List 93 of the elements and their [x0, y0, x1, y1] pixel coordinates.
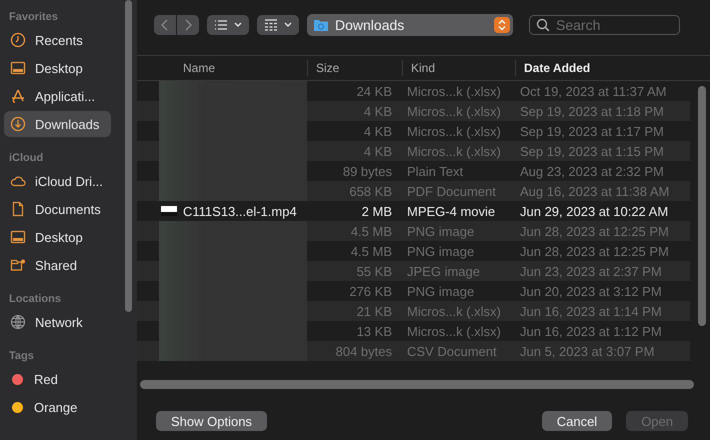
sidebar-item[interactable]: Applicati...: [4, 83, 111, 109]
column-header[interactable]: Name: [137, 60, 307, 76]
folder-icon: [313, 17, 329, 33]
file-date: Jun 29, 2023 at 10:22 AM: [519, 204, 670, 218]
file-kind: CSV Document: [406, 344, 498, 358]
file-size: 55 KB: [356, 264, 393, 278]
file-date: Aug 16, 2023 at 11:38 AM: [519, 184, 670, 198]
file-kind: PNG image: [406, 284, 476, 298]
file-size: 276 KB: [348, 284, 393, 298]
stepper-icon: [494, 17, 510, 33]
file-kind: Micros...k (.xlsx): [406, 84, 502, 98]
grid-icon: [264, 19, 278, 31]
caret-icon: [284, 22, 292, 28]
sidebar-item[interactable]: Recents: [4, 27, 111, 53]
sidebar-item[interactable]: Shared: [4, 252, 111, 278]
file-date: Sep 19, 2023 at 1:17 PM: [519, 124, 665, 138]
sidebar-item[interactable]: iCloud Dri...: [4, 168, 111, 194]
applications-icon: [10, 88, 26, 104]
column-header[interactable]: Kind: [402, 60, 515, 76]
file-date: Jun 5, 2023 at 3:07 PM: [519, 344, 656, 358]
column-header[interactable]: Size: [307, 60, 402, 76]
desktop-icon: [10, 229, 26, 245]
file-date: Sep 19, 2023 at 1:18 PM: [519, 104, 665, 118]
clock-icon: [10, 32, 26, 48]
forward-button[interactable]: [177, 15, 199, 35]
file-size: 658 KB: [348, 184, 393, 198]
file-name: C111S13...el-1.mp4: [183, 204, 297, 218]
sidebar-item[interactable]: Orange: [4, 394, 111, 420]
document-icon: [10, 201, 26, 217]
file-kind: Micros...k (.xlsx): [406, 104, 502, 118]
file-date: Sep 19, 2023 at 1:15 PM: [519, 144, 665, 158]
desktop-icon: [10, 60, 26, 76]
horizontal-scrollbar[interactable]: [140, 380, 694, 389]
globe-icon: [10, 314, 26, 330]
file-date: Oct 19, 2023 at 11:37 AM: [519, 84, 668, 98]
sidebar-item[interactable]: Documents: [4, 196, 111, 222]
file-kind: PNG image: [406, 224, 476, 238]
download-icon: [10, 116, 26, 132]
file-date: Jun 23, 2023 at 2:37 PM: [519, 264, 663, 278]
scrollbar[interactable]: [125, 0, 132, 312]
sidebar-section-title: Favorites: [8, 10, 59, 24]
file-kind: PDF Document: [406, 184, 497, 198]
video-file-icon: [161, 206, 177, 216]
file-kind: Plain Text: [406, 164, 464, 178]
sidebar-item[interactable]: Desktop: [4, 224, 111, 250]
file-size: 4 KB: [362, 104, 393, 118]
sidebar-section-title: Tags: [8, 349, 35, 363]
dialog-button[interactable]: Cancel: [542, 411, 612, 431]
file-kind: MPEG-4 movie: [406, 204, 496, 218]
chevron-left-icon: [161, 19, 169, 31]
file-date: Jun 20, 2023 at 3:12 PM: [519, 284, 663, 298]
file-size: 4.5 MB: [350, 224, 393, 238]
file-size: 89 bytes: [342, 164, 393, 178]
file-kind: Micros...k (.xlsx): [406, 124, 502, 138]
caret-icon: [234, 22, 242, 28]
back-button[interactable]: [154, 15, 176, 35]
file-size: 4.5 MB: [350, 244, 393, 258]
scrollbar[interactable]: [698, 86, 706, 326]
sidebar-item[interactable]: Desktop: [4, 55, 111, 81]
search-field[interactable]: Search: [529, 15, 680, 35]
dialog-button[interactable]: Show Options: [156, 411, 267, 431]
list-view-button[interactable]: [207, 15, 249, 35]
sidebar-item[interactable]: Network: [4, 309, 111, 335]
location-popup[interactable]: Downloads: [307, 14, 513, 36]
file-date: Jun 16, 2023 at 1:14 PM: [519, 304, 663, 318]
search-input[interactable]: Search: [556, 17, 666, 33]
file-size: 4 KB: [362, 124, 393, 138]
sidebar-item[interactable]: Downloads: [4, 111, 111, 137]
file-date: Aug 23, 2023 at 2:32 PM: [519, 164, 665, 178]
file-size: 24 KB: [356, 84, 393, 98]
file-date: Jun 28, 2023 at 12:25 PM: [519, 224, 670, 238]
file-date: Jun 16, 2023 at 1:12 PM: [519, 324, 663, 338]
file-size: 804 bytes: [334, 344, 393, 358]
search-icon: [536, 18, 550, 32]
file-date: Jun 28, 2023 at 12:25 PM: [519, 244, 670, 258]
file-size: 21 KB: [356, 304, 393, 318]
group-view-button[interactable]: [257, 15, 299, 35]
file-kind: Micros...k (.xlsx): [406, 144, 502, 158]
shared-folder-icon: [10, 257, 26, 273]
list-icon: [214, 19, 228, 31]
file-size: 4 KB: [362, 144, 393, 158]
file-kind: Micros...k (.xlsx): [406, 304, 502, 318]
sidebar-section-title: iCloud: [8, 151, 44, 165]
file-kind: Micros...k (.xlsx): [406, 324, 502, 338]
column-header[interactable]: Date Added: [515, 60, 690, 76]
sidebar-item[interactable]: Red: [4, 366, 111, 392]
file-kind: JPEG image: [406, 264, 481, 278]
file-kind: PNG image: [406, 244, 476, 258]
file-size: 13 KB: [356, 324, 393, 338]
chevron-right-icon: [184, 19, 192, 31]
file-size: 2 MB: [360, 204, 393, 218]
sidebar-section-title: Locations: [8, 292, 62, 306]
file-row[interactable]: C111S13...el-1.mp4 2 MB MPEG-4 movie Jun 29, 2023 at 10:22 AM: [137, 201, 690, 221]
